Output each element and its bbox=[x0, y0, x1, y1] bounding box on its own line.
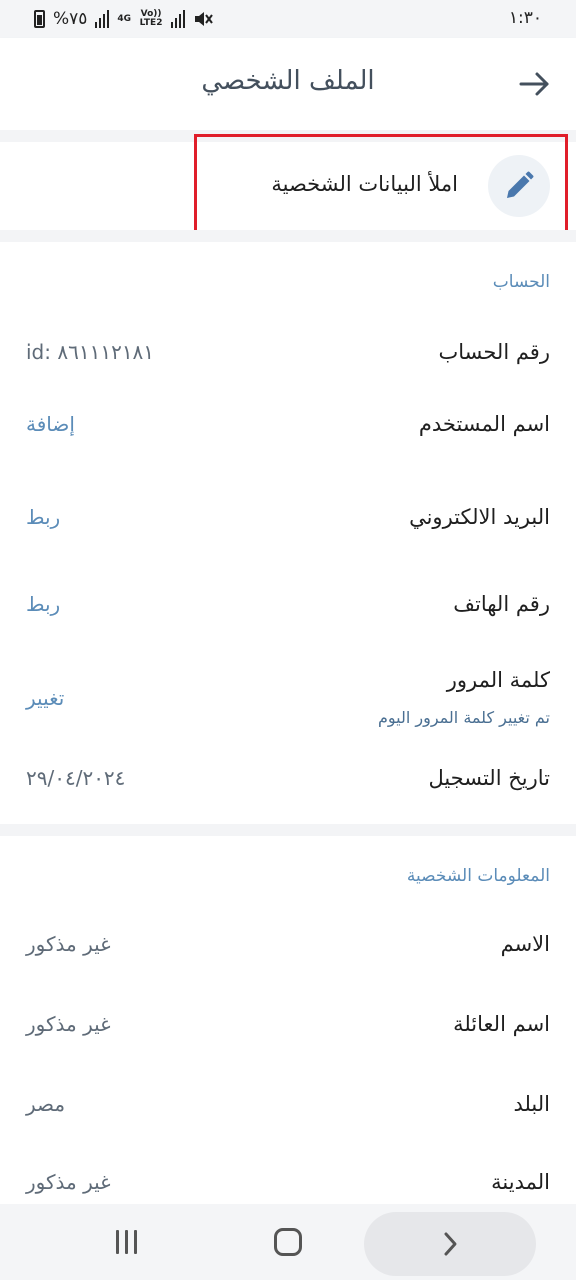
last-name-value[interactable]: غير مذكور bbox=[26, 1012, 111, 1036]
signal-icon bbox=[95, 10, 110, 28]
city-label: المدينة bbox=[491, 1170, 550, 1194]
first-name-value[interactable]: غير مذكور bbox=[26, 932, 111, 956]
password-label: كلمة المرور bbox=[446, 668, 550, 692]
system-nav-bar bbox=[0, 1204, 576, 1280]
email-label: البريد الالكتروني bbox=[409, 505, 550, 529]
status-bar: %٧٥ 4G Vo)) LTE2 ١:٣٠ bbox=[0, 0, 576, 38]
page-title: الملف الشخصي bbox=[201, 66, 375, 96]
nav-back-button[interactable] bbox=[364, 1212, 536, 1276]
app-bar: الملف الشخصي bbox=[0, 38, 576, 130]
country-value[interactable]: مصر bbox=[26, 1092, 65, 1116]
country-label: البلد bbox=[513, 1092, 550, 1116]
registration-date-value: ٢٩/٠٤/٢٠٢٤ bbox=[26, 766, 126, 790]
home-icon[interactable] bbox=[274, 1228, 302, 1256]
account-id-label: رقم الحساب bbox=[438, 340, 550, 364]
battery-icon bbox=[34, 10, 45, 28]
chevron-right-icon bbox=[444, 1232, 457, 1256]
email-link-button[interactable]: ربط bbox=[26, 505, 60, 529]
network-4g-label: 4G bbox=[117, 13, 132, 24]
password-status: تم تغيير كلمة المرور اليوم bbox=[377, 708, 550, 727]
account-id-value: id: ٨٦١١١٢١٨١ bbox=[26, 340, 155, 364]
last-name-label: اسم العائلة bbox=[453, 1012, 550, 1036]
divider bbox=[0, 824, 576, 836]
mute-icon bbox=[195, 12, 213, 26]
status-time: ١:٣٠ bbox=[508, 8, 542, 28]
battery-percent: %٧٥ bbox=[53, 9, 88, 29]
username-add-link[interactable]: إضافة bbox=[26, 412, 75, 436]
phone-label: رقم الهاتف bbox=[453, 592, 550, 616]
divider bbox=[0, 230, 576, 242]
network-volte-label: Vo)) LTE2 bbox=[139, 9, 163, 28]
section-header-personal-info: المعلومات الشخصية bbox=[406, 866, 550, 886]
status-icons: %٧٥ 4G Vo)) LTE2 bbox=[34, 7, 213, 31]
phone-link-button[interactable]: ربط bbox=[26, 592, 60, 616]
password-change-button[interactable]: تغيير bbox=[26, 686, 64, 710]
section-header-account: الحساب bbox=[492, 272, 550, 292]
highlight-box bbox=[194, 134, 568, 238]
arrow-right-icon[interactable] bbox=[516, 66, 552, 102]
recent-apps-icon[interactable] bbox=[114, 1230, 140, 1254]
city-value[interactable]: غير مذكور bbox=[26, 1170, 111, 1194]
username-label: اسم المستخدم bbox=[418, 412, 550, 436]
registration-date-label: تاريخ التسجيل bbox=[428, 766, 550, 790]
first-name-label: الاسم bbox=[500, 932, 550, 956]
signal-icon bbox=[171, 10, 186, 28]
